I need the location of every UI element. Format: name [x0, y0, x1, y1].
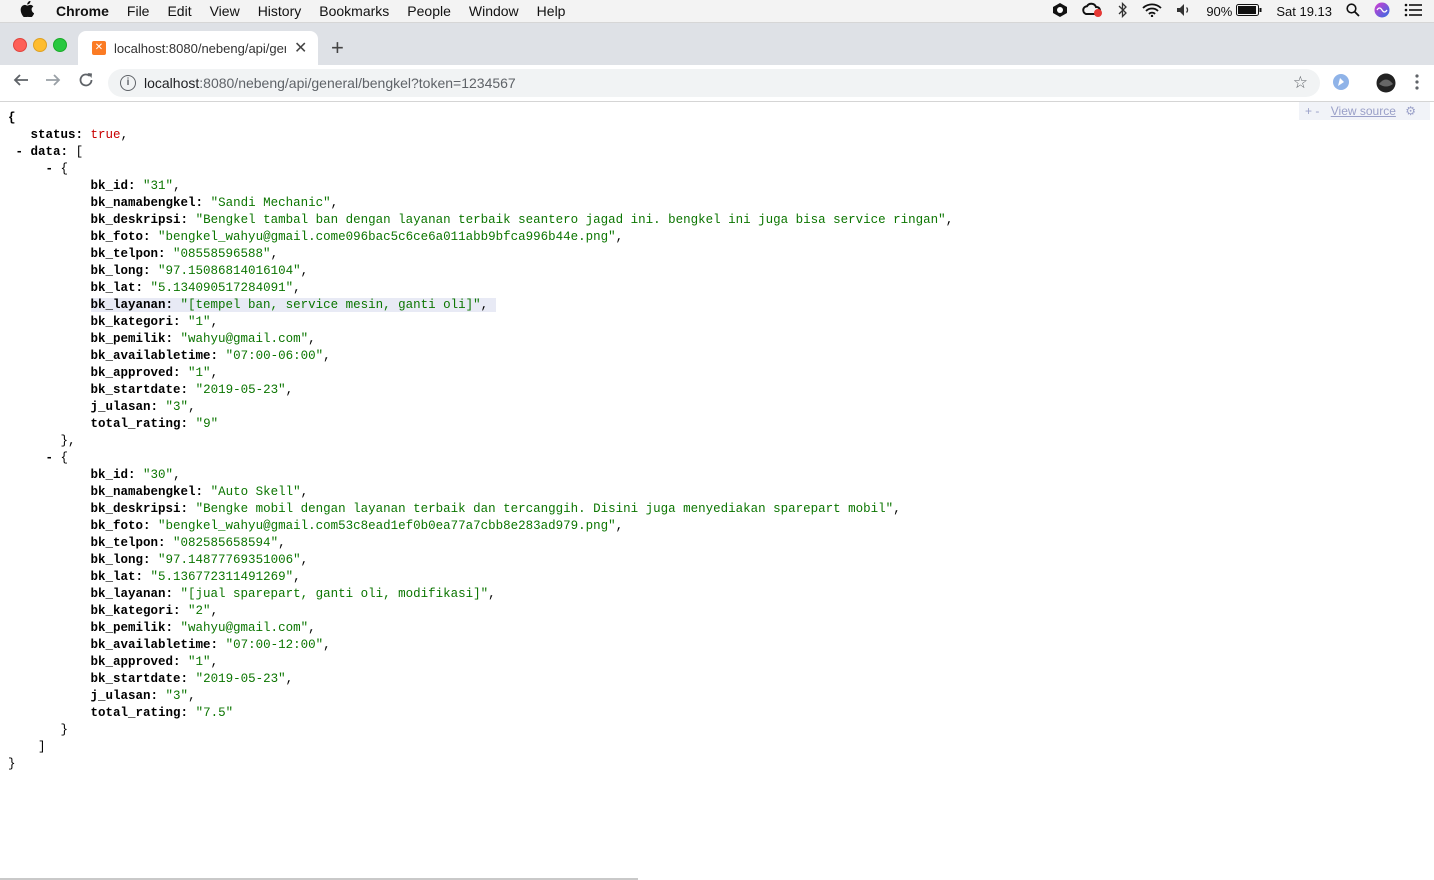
collapse-expand-controls[interactable]: + - — [1305, 104, 1319, 118]
app-status-icon[interactable] — [1052, 2, 1068, 21]
tab-title: localhost:8080/nebeng/api/general/bengke… — [114, 40, 286, 56]
json-field: bk_deskripsi: "Bengkel tambal ban dengan… — [90, 213, 954, 227]
json-field: bk_layanan: "[jual sparepart, ganti oli,… — [90, 587, 496, 601]
array-close: ] — [8, 740, 46, 754]
json-open-brace: { — [8, 111, 16, 125]
bookmark-star-icon[interactable]: ☆ — [1293, 73, 1308, 93]
clock[interactable]: Sat 19.13 — [1276, 4, 1332, 19]
json-field: bk_pemilik: "wahyu@gmail.com", — [90, 621, 316, 635]
json-field: bk_namabengkel: "Sandi Mechanic", — [90, 196, 339, 210]
json-field: total_rating: "9" — [90, 417, 219, 431]
siri-icon[interactable] — [1374, 2, 1390, 21]
volume-icon[interactable] — [1176, 3, 1192, 20]
site-info-icon[interactable]: i — [120, 75, 136, 91]
viewer-settings-icon[interactable]: ⚙ — [1405, 104, 1416, 118]
menu-help[interactable]: Help — [537, 3, 566, 19]
menu-app-name[interactable]: Chrome — [56, 3, 109, 19]
json-field: bk_approved: "1", — [90, 366, 219, 380]
json-field: bk_foto: "bengkel_wahyu@gmail.com53c8ead… — [90, 519, 624, 533]
apple-menu-icon[interactable] — [20, 0, 36, 21]
view-source-link[interactable]: View source — [1331, 104, 1396, 118]
new-tab-button[interactable]: + — [331, 35, 344, 61]
menu-file[interactable]: File — [127, 3, 150, 19]
menu-bookmarks[interactable]: Bookmarks — [319, 3, 389, 19]
back-button[interactable] — [13, 72, 29, 93]
collapse-toggle[interactable]: - — [46, 162, 54, 176]
json-viewer-toolbar: + - View source ⚙ — [1299, 102, 1430, 120]
json-field: bk_long: "97.15086814016104", — [90, 264, 309, 278]
json-field: bk_kategori: "1", — [90, 315, 219, 329]
notification-center-icon[interactable] — [1404, 3, 1422, 20]
record-close: }, — [8, 434, 76, 448]
collapse-toggle[interactable]: - — [46, 451, 54, 465]
json-field: j_ulasan: "3", — [90, 689, 196, 703]
battery-percent: 90% — [1206, 3, 1233, 19]
json-field: total_rating: "7.5" — [90, 706, 234, 720]
url-host: localhost — [144, 75, 200, 91]
json-field: bk_id: "30", — [90, 468, 181, 482]
json-field: bk_pemilik: "wahyu@gmail.com", — [90, 332, 316, 346]
tab-close-icon[interactable]: ✕ — [294, 38, 307, 58]
json-close-brace: } — [8, 757, 16, 771]
json-field: bk_long: "97.14877769351006", — [90, 553, 309, 567]
json-field: bk_lat: "5.134090517284091", — [90, 281, 301, 295]
json-field: bk_telpon: "08558596588", — [90, 247, 279, 261]
window-zoom-button[interactable] — [53, 38, 67, 52]
json-status-line: status: true, — [30, 128, 129, 142]
json-field: bk_telpon: "082585658594", — [90, 536, 286, 550]
menu-edit[interactable]: Edit — [167, 3, 191, 19]
json-field: bk_startdate: "2019-05-23", — [90, 383, 294, 397]
json-field-highlighted: bk_layanan: "[tempel ban, service mesin,… — [90, 298, 496, 312]
collapse-toggle[interactable]: - — [16, 145, 24, 159]
bluetooth-icon[interactable] — [1118, 1, 1128, 21]
wifi-icon[interactable] — [1142, 3, 1162, 20]
json-field: bk_namabengkel: "Auto Skell", — [90, 485, 309, 499]
spotlight-search-icon[interactable] — [1346, 2, 1360, 20]
browser-toolbar: i localhost:8080/nebeng/api/general/beng… — [0, 65, 1434, 102]
address-bar[interactable]: i localhost:8080/nebeng/api/general/beng… — [108, 69, 1320, 97]
window-minimize-button[interactable] — [33, 38, 47, 52]
record-open: - { — [45, 162, 69, 176]
macos-menu-bar: Chrome File Edit View History Bookmarks … — [0, 0, 1434, 23]
json-field: bk_kategori: "2", — [90, 604, 219, 618]
extension-icon[interactable] — [1332, 73, 1350, 96]
json-field: bk_id: "31", — [90, 179, 181, 193]
profile-avatar[interactable] — [1376, 73, 1396, 98]
url-path: :8080/nebeng/api/general/bengkel?token=1… — [199, 75, 516, 91]
json-field: bk_deskripsi: "Bengke mobil dengan layan… — [90, 502, 901, 516]
json-field: j_ulasan: "3", — [90, 400, 196, 414]
json-field: bk_availabletime: "07:00-12:00", — [90, 638, 331, 652]
menu-people[interactable]: People — [407, 3, 451, 19]
json-data-line: - data: [ — [15, 145, 84, 159]
status-area: 90% Sat 19.13 — [1038, 0, 1422, 22]
json-field: bk_approved: "1", — [90, 655, 219, 669]
menu-window[interactable]: Window — [469, 3, 519, 19]
tab-strip: ✕ localhost:8080/nebeng/api/general/beng… — [0, 23, 1434, 65]
menu-history[interactable]: History — [258, 3, 302, 19]
xampp-favicon-icon: ✕ — [92, 41, 106, 55]
json-field: bk_lat: "5.136772311491269", — [90, 570, 301, 584]
json-field: bk_startdate: "2019-05-23", — [90, 672, 294, 686]
menu-view[interactable]: View — [210, 3, 240, 19]
battery-icon[interactable] — [1236, 3, 1262, 19]
json-field: bk_availabletime: "07:00-06:00", — [90, 349, 331, 363]
json-field: bk_foto: "bengkel_wahyu@gmail.come096bac… — [90, 230, 624, 244]
window-close-button[interactable] — [13, 38, 27, 52]
record-close: } — [8, 723, 69, 737]
forward-button[interactable] — [45, 72, 61, 93]
record-open: - { — [45, 451, 69, 465]
browser-tab[interactable]: ✕ localhost:8080/nebeng/api/general/beng… — [78, 31, 318, 65]
reload-button[interactable] — [78, 72, 94, 93]
chrome-menu-icon[interactable] — [1414, 74, 1420, 95]
creative-cloud-icon[interactable] — [1082, 2, 1104, 21]
json-document: { status: true, - data: [ - { bk_id: "31… — [8, 110, 953, 773]
